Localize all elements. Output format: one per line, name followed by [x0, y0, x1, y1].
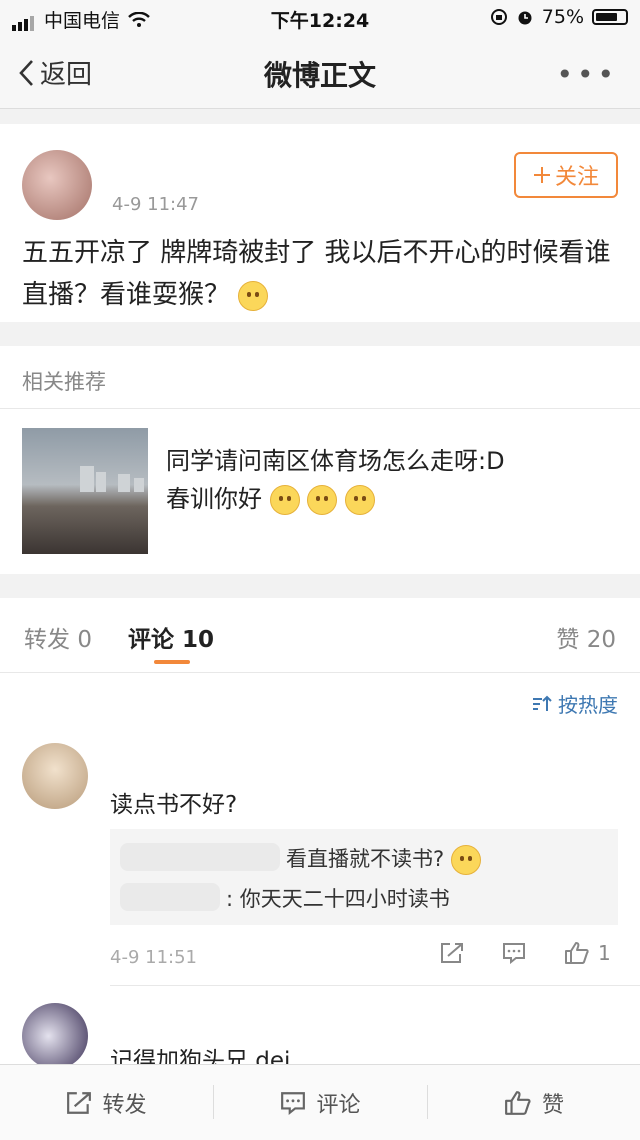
- comment-like-button[interactable]: 1: [564, 941, 611, 965]
- post-text: 五五开凉了 牌牌琦被封了 我以后不开心的时候看谁直播？看谁耍猴？: [22, 232, 622, 316]
- thumbs-up-icon: [504, 1090, 532, 1116]
- sort-icon: [532, 695, 552, 713]
- active-tab-indicator: [154, 660, 190, 664]
- thumbs-up-icon: [564, 941, 590, 965]
- related-item-line1: 同学请问南区体育场怎么走呀:D: [166, 447, 505, 475]
- nav-bar: 返回 微博正文 •••: [0, 36, 640, 109]
- post-author-avatar[interactable]: [22, 150, 92, 220]
- comment-button[interactable]: 评论: [214, 1065, 427, 1140]
- repost-button[interactable]: 转发: [0, 1065, 213, 1140]
- divider: [110, 985, 640, 986]
- tab-likes[interactable]: 赞 20: [556, 620, 616, 654]
- comments-list: 按热度 读点书不好? 看直播就不读书? : 你天天二十四小时读书 4-9 11:…: [0, 673, 640, 1073]
- comment-time: 4-9 11:51: [110, 947, 197, 968]
- comment-icon: [280, 1091, 306, 1115]
- follow-button[interactable]: 关注: [514, 152, 618, 198]
- comment-icon[interactable]: [502, 942, 526, 964]
- page-title: 微博正文: [263, 59, 376, 92]
- laughing-emoji-icon: [450, 845, 481, 875]
- post-card: 4-9 11:47 关注 五五开凉了 牌牌琦被封了 我以后不开心的时候看谁直播？…: [0, 124, 640, 322]
- related-section: 相关推荐 同学请问南区体育场怎么走呀:D 春训你好: [0, 346, 640, 574]
- redacted-username: [120, 843, 280, 871]
- sun-emoji-icon: [344, 485, 375, 515]
- post-text-body: 五五开凉了 牌牌琦被封了 我以后不开心的时候看谁直播？看谁耍猴？: [22, 238, 611, 310]
- bottom-action-bar: 转发 评论 赞: [0, 1064, 640, 1140]
- related-item-line2: 春训你好: [166, 485, 262, 513]
- commenter-avatar[interactable]: [22, 743, 88, 809]
- reply-text: : 你天天二十四小时读书: [226, 887, 450, 911]
- sort-label: 按热度: [558, 693, 618, 717]
- plus-icon: [533, 166, 551, 184]
- tab-comments-count: 10: [182, 627, 215, 653]
- comment-label: 评论: [316, 1092, 361, 1118]
- like-label: 赞: [541, 1092, 564, 1118]
- related-header: 相关推荐: [22, 370, 106, 394]
- reply-line: 看直播就不读书?: [286, 843, 481, 875]
- sun-emoji-icon: [269, 485, 300, 515]
- tab-comments[interactable]: 评论 10: [128, 620, 214, 654]
- rotation-lock-icon: [490, 8, 508, 26]
- repost-label: 转发: [102, 1092, 147, 1118]
- share-icon: [66, 1091, 92, 1115]
- tab-bar: 转发 0 评论 10 赞 20: [0, 598, 640, 673]
- redacted-username: [120, 883, 220, 911]
- like-button[interactable]: 赞: [428, 1065, 640, 1140]
- alarm-icon: [516, 8, 534, 26]
- battery-percent: 75%: [541, 6, 584, 28]
- comment-like-count: 1: [598, 941, 611, 965]
- comment-text: 读点书不好?: [110, 792, 238, 818]
- tab-repost-label: 转发: [24, 627, 70, 653]
- share-icon[interactable]: [440, 942, 464, 964]
- tab-repost[interactable]: 转发 0: [24, 620, 92, 654]
- tab-likes-label: 赞: [556, 627, 580, 653]
- status-bar: 中国电信 下午12:24 75%: [0, 0, 640, 36]
- tab-repost-count: 0: [77, 627, 92, 653]
- tab-likes-count: 20: [586, 627, 616, 653]
- sort-by-hot-button[interactable]: 按热度: [532, 689, 618, 718]
- tab-comments-label: 评论: [128, 627, 174, 653]
- related-item-title[interactable]: 同学请问南区体育场怎么走呀:D 春训你好: [166, 442, 505, 518]
- commenter-avatar[interactable]: [22, 1003, 88, 1069]
- comment-replies[interactable]: 看直播就不读书? : 你天天二十四小时读书: [110, 829, 618, 925]
- follow-label: 关注: [554, 165, 599, 190]
- related-thumbnail[interactable]: [22, 428, 148, 554]
- post-time: 4-9 11:47: [112, 194, 199, 215]
- sun-emoji-icon: [307, 485, 338, 515]
- divider: [0, 408, 640, 409]
- battery-icon: [592, 9, 628, 25]
- more-options-icon[interactable]: •••: [556, 58, 618, 91]
- reply-text: 看直播就不读书?: [286, 847, 445, 871]
- emoji-icon: [238, 280, 269, 311]
